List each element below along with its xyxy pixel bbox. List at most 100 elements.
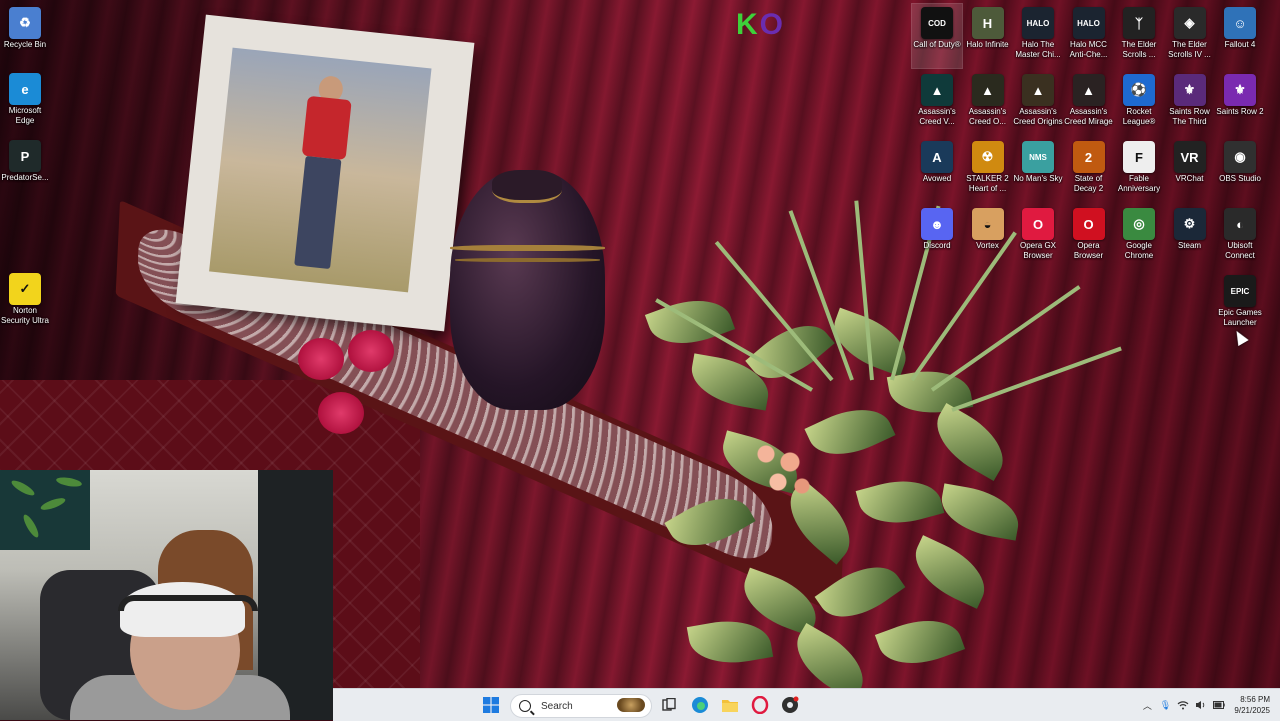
desktop-shortcut-halo-mcc[interactable]: HALO Halo The Master Chi... [1013, 4, 1063, 68]
desktop-shortcut-label: Norton Security Ultra [0, 306, 49, 325]
desktop-shortcut-label: PredatorSe... [1, 173, 49, 182]
desktop-shortcut-label: State of Decay 2 [1073, 174, 1104, 193]
chevron-up-icon: ︿ [1142, 700, 1152, 711]
start-button[interactable] [479, 693, 503, 717]
vrchat-icon: VR [1173, 141, 1206, 173]
desktop-shortcut-halo-mcc-anticheat[interactable]: HALO Halo MCC Anti-Che... [1064, 4, 1114, 68]
search-icon [519, 700, 531, 712]
rocket-league-icon: ⚽ [1123, 74, 1155, 106]
opera-gx-icon: O [1022, 208, 1054, 240]
wallpaper-flowers [742, 430, 822, 510]
halo-infinite-icon: H [971, 7, 1004, 39]
desktop-shortcut-discord[interactable]: ☻ Discord [912, 205, 962, 269]
taskbar-search[interactable]: Search [510, 694, 652, 718]
desktop-shortcut-label: OBS Studio [1219, 174, 1261, 183]
microphone-icon: 🎙 [1159, 699, 1172, 710]
taskbar-clock[interactable]: 8:56 PM 9/21/2025 [1228, 694, 1280, 716]
ac-origins-icon: ▲ [1022, 74, 1054, 106]
task-view-icon [662, 698, 676, 711]
desktop-shortcut-label: VRChat [1175, 174, 1204, 183]
desktop-shortcut-halo-infinite[interactable]: H Halo Infinite [963, 4, 1013, 68]
clock-time: 8:56 PM [1240, 695, 1270, 704]
desktop-shortcut-label: Saints Row The Third [1169, 107, 1210, 126]
search-placeholder: Search [541, 700, 573, 712]
steam-icon: ⚙ [1173, 208, 1206, 240]
desktop-shortcut-ac-valhalla[interactable]: ▲ Assassin's Creed V... [912, 71, 962, 135]
opera-gx-icon [751, 696, 769, 714]
desktop-shortcut-ac-mirage[interactable]: ▲ Assassin's Creed Mirage [1064, 71, 1114, 135]
windows-logo-icon [483, 697, 499, 713]
predator-icon: P [9, 140, 41, 172]
desktop-shortcut-elder-scrolls[interactable]: ᛉ The Elder Scrolls ... [1114, 4, 1164, 68]
epic-games-icon: EPIC [1224, 275, 1256, 307]
desktop-shortcut-label: Google Chrome [1124, 241, 1154, 260]
desktop-shortcut-vortex[interactable]: ◒ Vortex [963, 205, 1013, 269]
desktop-shortcut-label: Epic Games Launcher [1218, 308, 1262, 327]
desktop-shortcut-label: Steam [1177, 241, 1202, 250]
desktop-shortcut-saints-row-2[interactable]: ⚜ Saints Row 2 [1215, 71, 1265, 135]
desktop-shortcut-no-mans-sky[interactable]: NMS No Man's Sky [1013, 138, 1063, 202]
system-tray: ︿ 🎙 8:56 PM 9/21/2025 [1138, 689, 1280, 721]
desktop-shortcut-label: Halo The Master Chi... [1015, 40, 1061, 59]
no-mans-sky-icon: NMS [1022, 141, 1054, 173]
desktop-shortcut-ac-odyssey[interactable]: ▲ Assassin's Creed O... [963, 71, 1013, 135]
taskbar-file-explorer-button[interactable] [718, 693, 742, 717]
desktop-shortcut-label: Vortex [976, 241, 999, 250]
desktop-shortcut-obs[interactable]: ◉ OBS Studio [1215, 138, 1265, 202]
wallpaper-roses [298, 330, 398, 460]
desktop-shortcut-call-of-duty[interactable]: COD Call of Duty® [911, 3, 963, 69]
desktop-shortcut-chrome[interactable]: ◎ Google Chrome [1114, 205, 1164, 269]
desktop-shortcut-ac-origins[interactable]: ▲ Assassin's Creed Origins [1013, 71, 1063, 135]
desktop-shortcut-opera-gx[interactable]: O Opera GX Browser [1013, 205, 1063, 269]
recycle-bin-icon: ♻ [9, 7, 41, 39]
desktop-shortcut-fable[interactable]: F Fable Anniversary [1114, 138, 1164, 202]
taskbar-edge-button[interactable] [688, 693, 712, 717]
desktop-shortcut-stalker[interactable]: ☢ STALKER 2 Heart of ... [963, 138, 1013, 202]
obs-icon: ◉ [1224, 141, 1256, 173]
desktop-shortcut-recycle-bin[interactable]: ♻ Recycle Bin [0, 4, 50, 68]
desktop-shortcut-steam[interactable]: ⚙ Steam [1165, 205, 1215, 269]
desktop-shortcut-avowed[interactable]: A Avowed [912, 138, 962, 202]
desktop-shortcut-label: Opera GX Browser [1019, 241, 1056, 260]
opera-icon: O [1072, 208, 1105, 240]
desktop-shortcut-state-of-decay[interactable]: 2 State of Decay 2 [1064, 138, 1114, 202]
taskbar-opera-gx-button[interactable] [748, 693, 772, 717]
tray-microphone-button[interactable]: 🎙 [1156, 696, 1174, 714]
desktop-shortcut-rocket-league[interactable]: ⚽ Rocket League® [1114, 71, 1164, 135]
desktop-shortcut-edge[interactable]: e Microsoft Edge [0, 70, 50, 134]
avowed-icon: A [921, 141, 953, 173]
desktop-shortcut-label: Assassin's Creed O... [968, 107, 1007, 126]
desktop-shortcut-label: Avowed [922, 174, 952, 183]
tray-volume-button[interactable] [1192, 696, 1210, 714]
webcam-overlay [0, 470, 333, 720]
desktop-shortcut-label: Call of Duty® [913, 40, 961, 49]
desktop-shortcut-norton[interactable]: ✓ Norton Security Ultra [0, 270, 50, 334]
tray-battery-button[interactable] [1210, 696, 1228, 714]
tray-network-button[interactable] [1174, 696, 1192, 714]
desktop-shortcut-epic-games[interactable]: EPIC Epic Games Launcher [1215, 272, 1265, 336]
call-of-duty-icon: COD [921, 7, 953, 39]
discord-icon: ☻ [921, 208, 953, 240]
battery-icon [1213, 701, 1226, 709]
wallpaper-plant [630, 200, 1122, 688]
desktop-shortcut-fallout[interactable]: ☺ Fallout 4 [1215, 4, 1265, 68]
desktop-shortcut-ubisoft[interactable]: ◐ Ubisoft Connect [1215, 205, 1265, 269]
task-view-button[interactable] [657, 693, 681, 717]
desktop-shortcut-predator[interactable]: P PredatorSe... [0, 137, 50, 201]
webcam-headset [118, 595, 258, 611]
halo-mcc-icon: HALO [1022, 7, 1054, 39]
desktop-shortcut-vrchat[interactable]: VR VRChat [1165, 138, 1215, 202]
desktop-shortcut-label: STALKER 2 Heart of ... [966, 174, 1009, 193]
show-hidden-icons-button[interactable]: ︿ [1138, 696, 1156, 714]
taskbar-obs-button[interactable] [778, 693, 802, 717]
desktop-shortcut-label: Halo Infinite [966, 40, 1009, 49]
wallpaper-photo-frame [175, 14, 475, 332]
webcam-wall-flag [0, 470, 90, 550]
fable-icon: F [1123, 141, 1155, 173]
desktop-shortcut-opera[interactable]: O Opera Browser [1064, 205, 1114, 269]
search-highlight-thumbnail [617, 698, 645, 712]
desktop-shortcut-saints-row-third[interactable]: ⚜ Saints Row The Third [1165, 71, 1215, 135]
ac-odyssey-icon: ▲ [971, 74, 1004, 106]
desktop-shortcut-oblivion[interactable]: ◈ The Elder Scrolls IV ... [1165, 4, 1215, 68]
elder-scrolls-icon: ᛉ [1123, 7, 1155, 39]
